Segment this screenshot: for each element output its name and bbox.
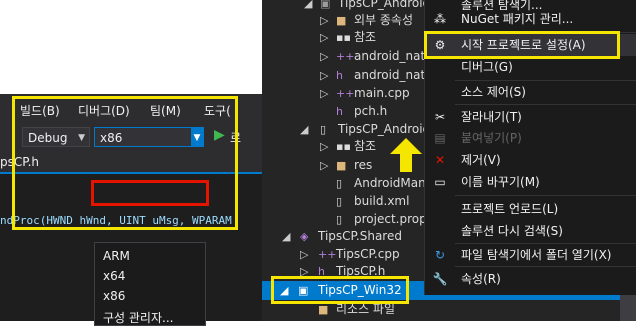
platform-dropdown: ARM x64 x86 구성 관리자...	[94, 242, 206, 326]
file-icon: h	[336, 69, 343, 82]
tree-label: res	[354, 158, 373, 172]
rename-icon: ▭	[434, 175, 446, 189]
option-x86[interactable]: x86	[103, 289, 125, 303]
menu-item-remove[interactable]: ✕ 제거(V)	[425, 149, 636, 171]
separator	[455, 104, 636, 105]
menu-label: 속성(R)	[461, 272, 501, 286]
menu-item-unload[interactable]: 프로젝트 언로드(L)	[425, 198, 636, 220]
scissors-icon: ✂	[434, 110, 446, 124]
references-icon: ▪▪	[336, 140, 351, 153]
menu-item-rename[interactable]: ▭ 이름 바꾸기(M)	[425, 171, 636, 193]
cpp-file-icon: ++	[336, 87, 355, 100]
option-arm[interactable]: ARM	[103, 249, 130, 263]
highlight-box-win32-project	[271, 276, 409, 304]
menu-label: 프로젝트 언로드(L)	[461, 202, 559, 216]
tree-label: 참조	[354, 139, 377, 153]
menu-label: 디버그(G)	[461, 60, 513, 74]
menu-item-properties[interactable]: 🔧 속성(R)	[425, 268, 636, 290]
tree-label: AndroidMan	[354, 176, 426, 190]
menu-item-open-folder[interactable]: ↻ 파일 탐색기에서 폴더 열기(X)	[425, 244, 636, 266]
tree-label: android_nati	[354, 68, 429, 82]
wrench-icon: 🔧	[432, 272, 448, 286]
shared-project-icon: ◈	[300, 230, 309, 243]
collapse-icon[interactable]: ◢	[282, 227, 290, 246]
tree-label: main.cpp	[354, 86, 410, 100]
highlight-box-menu	[12, 96, 238, 230]
expand-icon[interactable]: ▷	[320, 137, 328, 156]
menu-label: 붙여넣기(P)	[461, 131, 522, 145]
tree-label: build.xml	[354, 194, 410, 208]
menu-label: 제거(V)	[461, 153, 501, 167]
menu-item-paste[interactable]: ▤ 붙여넣기(P)	[425, 127, 636, 149]
expand-icon[interactable]: ▷	[320, 84, 328, 103]
refresh-icon: ↻	[434, 248, 446, 262]
remove-x-icon: ✕	[434, 153, 446, 167]
references-icon: ▪▪	[336, 31, 351, 44]
up-arrow-icon	[390, 138, 422, 172]
file-icon: ▯	[336, 177, 343, 190]
menu-label: 잘라내기(T)	[461, 110, 522, 124]
menu-item-debug[interactable]: 디버그(G)	[425, 56, 636, 78]
nuget-icon: ⁂	[434, 12, 446, 26]
expand-icon[interactable]: ▷	[320, 66, 328, 85]
highlight-box-x86	[91, 180, 209, 206]
menu-item-cut[interactable]: ✂ 잘라내기(T)	[425, 106, 636, 128]
tree-label: 참조	[354, 30, 377, 44]
menu-label: 솔루션 다시 검색(S)	[461, 224, 563, 238]
menu-item-source-control[interactable]: 소스 제어(S)	[425, 81, 636, 103]
highlight-box-set-startup	[424, 31, 620, 59]
tree-label: TipsCP.Shared	[318, 229, 402, 243]
menu-label: NuGet 패키지 관리...	[461, 12, 574, 26]
scrollbar[interactable]	[620, 295, 636, 321]
tree-label: pch.h	[354, 104, 388, 118]
folder-icon: ■	[336, 159, 347, 172]
expand-icon[interactable]: ▷	[320, 47, 328, 66]
menu-item-rescan[interactable]: 솔루션 다시 검색(S)	[425, 220, 636, 242]
expand-icon[interactable]: ▷	[320, 156, 328, 175]
header-file-icon: h	[336, 105, 343, 118]
file-icon: ▯	[336, 195, 343, 208]
menu-item-nuget[interactable]: ⁂ NuGet 패키지 관리...	[425, 8, 636, 30]
separator	[455, 195, 636, 196]
cpp-file-icon: ++	[336, 50, 355, 63]
tree-label: android_nati	[354, 49, 429, 63]
menu-label: 소스 제어(S)	[461, 85, 526, 99]
paste-icon: ▤	[434, 131, 446, 145]
menu-label: 이름 바꾸기(M)	[461, 175, 540, 189]
menu-label: 파일 탐색기에서 폴더 열기(X)	[461, 248, 612, 262]
option-x64[interactable]: x64	[103, 269, 125, 283]
separator	[455, 266, 636, 267]
option-config-manager[interactable]: 구성 관리자...	[103, 309, 173, 326]
expand-icon[interactable]: ▷	[320, 28, 328, 47]
